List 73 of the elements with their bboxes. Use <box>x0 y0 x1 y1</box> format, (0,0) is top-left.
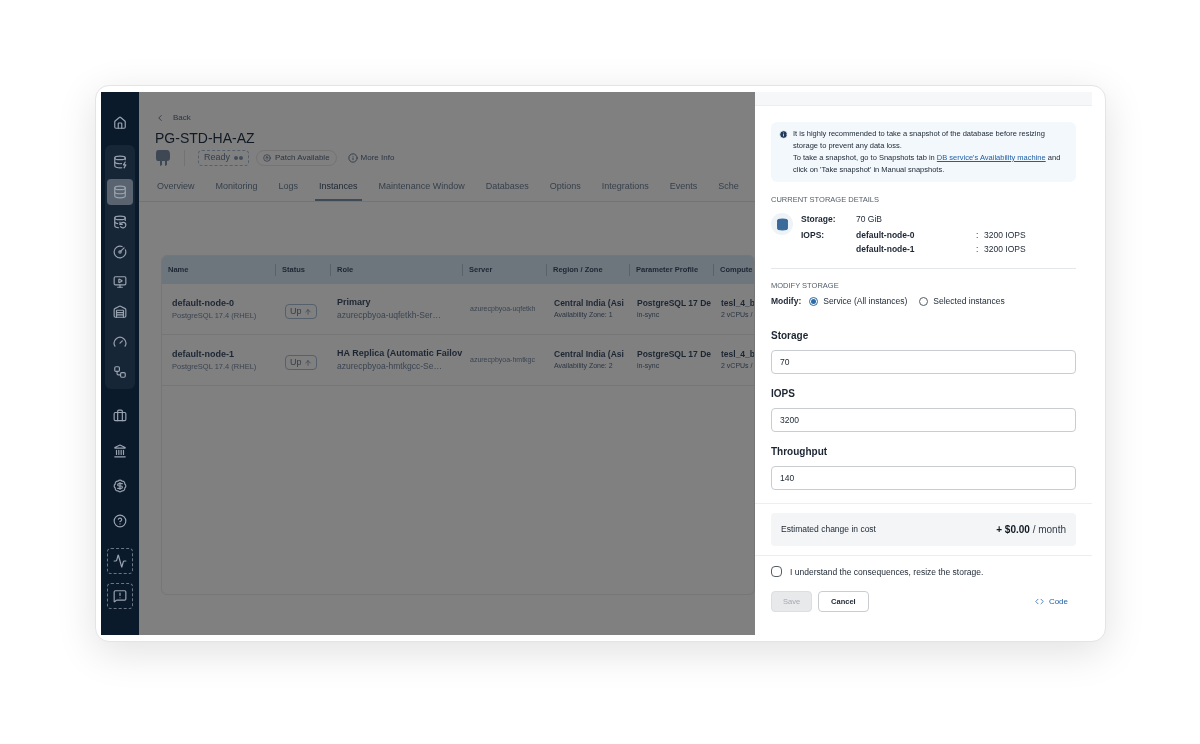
tab[interactable]: Monitoring <box>211 175 262 201</box>
role-name: Primary <box>337 295 372 309</box>
status-badge: Up <box>285 304 317 320</box>
tab[interactable]: Instances <box>315 175 362 201</box>
compute-name: tesl_4_b <box>721 297 754 311</box>
cost-value: + $0.00 / month <box>996 522 1066 537</box>
arrow-up-icon <box>303 358 312 367</box>
input-field[interactable]: 3200 <box>771 407 1076 432</box>
modify-label: Modify: <box>771 294 802 308</box>
separator: : <box>976 229 980 242</box>
gauge-icon <box>113 245 127 259</box>
info-icon <box>779 130 788 139</box>
feedback-icon <box>113 589 127 603</box>
radio-option[interactable]: Service (All instances) <box>809 294 908 308</box>
separator: : <box>976 242 980 256</box>
page-title: PG-STD-HA-AZ <box>155 129 256 147</box>
back-link[interactable]: Back <box>155 112 191 124</box>
role-name: HA Replica (Automatic Failov <box>337 346 462 360</box>
role-host: azurecpbyoa-uqfetkh-Ser… <box>337 309 442 323</box>
node-name: default-node-1 <box>172 347 235 361</box>
radio-option[interactable]: Selected instances <box>919 294 1005 308</box>
sidebar-item[interactable] <box>107 583 133 609</box>
help-icon <box>113 514 127 528</box>
more-info-button[interactable]: More Info <box>343 152 399 164</box>
iops-value: 3200 IOPS <box>984 242 1026 256</box>
input-field[interactable]: 70 <box>771 349 1076 374</box>
tab[interactable]: Logs <box>274 175 303 201</box>
region-name: Central India (Asi <box>554 297 625 311</box>
home-icon <box>113 116 127 130</box>
storage-value: 70 GiB <box>856 213 882 226</box>
field-label: Throughput <box>771 444 829 459</box>
sidebar-item[interactable] <box>107 548 133 574</box>
checkbox[interactable] <box>771 566 782 578</box>
tab[interactable]: Events <box>665 175 702 201</box>
cost-label: Estimated change in cost <box>781 522 876 536</box>
chevron-left-icon <box>155 113 165 123</box>
code-icon <box>1034 597 1044 607</box>
profile-name: PostgreSQL 17 De <box>637 348 712 362</box>
arrow-up-icon <box>303 307 312 316</box>
tab[interactable]: Integrations <box>597 175 653 201</box>
activity-icon <box>113 554 127 568</box>
tab[interactable]: Databases <box>481 175 533 201</box>
iops-value: 3200 IOPS <box>984 229 1026 242</box>
info-icon <box>347 153 358 163</box>
confirm-label: I understand the consequences, resize the storage. <box>790 565 984 579</box>
speedometer-icon <box>113 335 127 349</box>
profile-name: PostgreSQL 17 De <box>637 297 712 311</box>
status-badge: Up <box>285 355 317 371</box>
node-name: default-node-0 <box>856 229 916 242</box>
money-bag-icon <box>113 479 127 493</box>
tab[interactable]: Overview <box>153 175 199 201</box>
input-field[interactable]: 140 <box>771 465 1076 490</box>
video-icon <box>113 275 127 289</box>
node-name: default-node-0 <box>172 296 235 310</box>
compute-name: tesl_4_b <box>721 348 754 362</box>
briefcase-icon <box>113 409 127 423</box>
node-name: default-node-1 <box>856 242 916 256</box>
tab[interactable]: Options <box>545 175 585 201</box>
bank-icon <box>113 444 127 458</box>
arrow-up-icon <box>263 154 271 162</box>
code-button[interactable]: Code <box>1034 595 1068 608</box>
field-label: Storage <box>771 328 810 343</box>
tab[interactable]: Maintenance Window <box>374 175 469 201</box>
warehouse-icon <box>113 305 127 319</box>
role-host: azurecpbyoa-hmtkgcc-Se… <box>337 360 443 374</box>
storage-label: Storage: <box>801 213 837 226</box>
iops-label: IOPS: <box>801 229 826 242</box>
tab[interactable]: Sche <box>714 175 743 201</box>
region-name: Central India (Asi <box>554 348 625 362</box>
field-label: IOPS <box>771 386 796 401</box>
sidebar-item[interactable] <box>107 179 133 205</box>
workflow-icon <box>113 365 127 379</box>
status-badge: Ready <box>198 150 249 166</box>
